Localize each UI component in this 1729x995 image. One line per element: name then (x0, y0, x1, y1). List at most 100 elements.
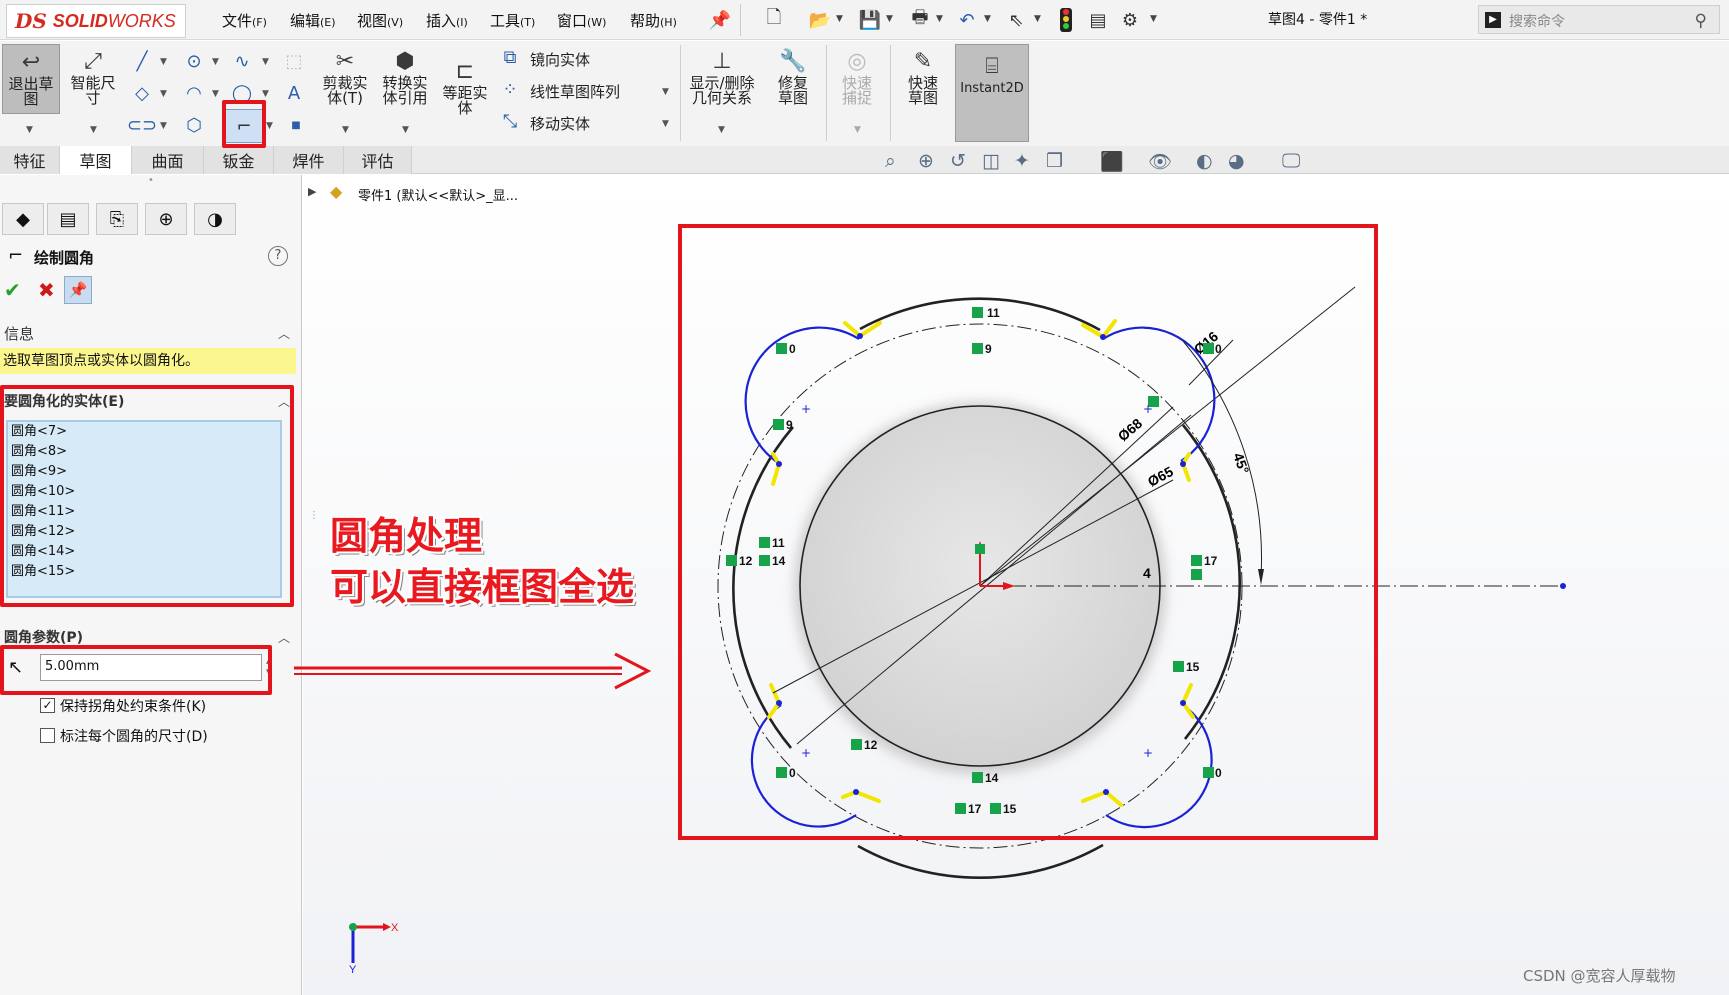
angle-dimension-arc[interactable] (1182, 340, 1262, 578)
convert-dropdown-icon[interactable]: ▼ (402, 125, 409, 135)
panel-resize-handle[interactable]: • (0, 175, 302, 189)
dynamic-annotation-icon[interactable]: ✦ (1014, 150, 1030, 172)
smart-dimension-dropdown-icon[interactable]: ▼ (90, 125, 97, 135)
exit-sketch-button[interactable]: ↩ 退出草图 (2, 44, 60, 114)
select-dropdown-icon[interactable]: ▼ (1034, 14, 1041, 24)
display-manager-icon[interactable]: ◑ (194, 203, 236, 235)
options-gear-icon[interactable]: ⚙ (1118, 8, 1142, 32)
menu-edit[interactable]: 编辑(E) (290, 10, 336, 32)
dimension-d65[interactable]: Ø65 (1145, 463, 1176, 490)
undo-dropdown-icon[interactable]: ▼ (984, 14, 991, 24)
exit-sketch-dropdown-icon[interactable]: ▼ (26, 125, 33, 135)
linear-pattern-button[interactable]: 线性草图阵列 (530, 81, 620, 102)
search-icon[interactable]: ⚲ (1695, 11, 1707, 31)
spline-dropdown-icon[interactable]: ▼ (262, 57, 269, 67)
search-commands[interactable]: ▶ 搜索命令 ⚲ (1478, 5, 1720, 34)
help-icon[interactable]: ? (268, 246, 288, 266)
property-manager-icon[interactable]: ▤ (47, 203, 89, 235)
previous-view-icon[interactable]: ↺ (950, 150, 966, 172)
rebuild-traffic-light-icon[interactable] (1060, 8, 1072, 32)
move-icon[interactable]: ⤡ (498, 109, 522, 133)
menu-insert[interactable]: 插入(I) (426, 10, 468, 32)
new-document-icon[interactable]: 🗋 (762, 7, 786, 32)
lobe-arc-top-left[interactable] (744, 326, 860, 465)
dimxpert-manager-icon[interactable]: ⊕ (145, 203, 187, 235)
info-header[interactable]: 信息 (4, 323, 34, 344)
outer-arc-bottom[interactable] (857, 843, 1104, 880)
convert-entities-button[interactable]: ⬢ 转换实体引用 (378, 46, 432, 106)
arc-dropdown-icon[interactable]: ▼ (212, 89, 219, 99)
text-icon[interactable]: A (282, 81, 306, 105)
save-icon[interactable]: 💾 (858, 8, 882, 32)
params-header[interactable]: 圆角参数(P) (4, 627, 83, 647)
keep-constraints-checkbox[interactable]: ✓ (40, 698, 55, 713)
lobe-arc-bottom-left[interactable] (750, 704, 857, 828)
polygon-icon[interactable]: ⬡ (182, 113, 206, 137)
search-input[interactable]: 搜索命令 (1509, 11, 1565, 31)
smart-dimension-button[interactable]: ⤢ 智能尺寸 (66, 46, 120, 106)
menu-file[interactable]: 文件(F) (222, 10, 267, 32)
solidworks-logo[interactable]: DS SOLIDWORKS (6, 4, 186, 38)
search-mode-icon[interactable]: ▶ (1485, 12, 1501, 28)
configuration-manager-icon[interactable]: ⎘ (96, 203, 138, 235)
point-icon[interactable]: ■ (284, 113, 308, 137)
pin-icon[interactable]: 📌 (708, 8, 732, 32)
view-settings-icon[interactable]: 🖵 (1282, 150, 1300, 172)
collapse-params-icon[interactable]: ︿ (278, 629, 290, 646)
zoom-to-fit-icon[interactable]: ⌕ (885, 150, 896, 172)
tab-evaluate[interactable]: 评估 (344, 146, 412, 174)
spline-icon[interactable]: ∿ (230, 49, 254, 73)
menu-help[interactable]: 帮助(H) (630, 10, 677, 32)
menu-view[interactable]: 视图(V) (357, 10, 403, 32)
rapid-sketch-button[interactable]: ✎ 快速草图 (896, 46, 950, 106)
arc-icon[interactable]: ◠ (182, 81, 206, 105)
ok-check-icon[interactable]: ✔ (4, 278, 21, 302)
circle-dropdown-icon[interactable]: ▼ (212, 57, 219, 67)
pushpin-icon[interactable]: 📌 (64, 276, 92, 304)
print-dropdown-icon[interactable]: ▼ (936, 14, 943, 24)
open-dropdown-icon[interactable]: ▼ (836, 14, 843, 24)
tab-sheet-metal[interactable]: 钣金 (204, 146, 274, 174)
view-orientation-icon[interactable]: ❒ (1046, 150, 1063, 172)
sketch-fillet-dropdown-icon[interactable]: ▼ (266, 121, 273, 131)
menu-window[interactable]: 窗口(W) (557, 10, 606, 32)
slot-icon[interactable]: ⊂⊃ (127, 113, 157, 137)
move-entities-button[interactable]: 移动实体 (530, 113, 590, 134)
dimension-four[interactable]: 4 (1143, 565, 1151, 581)
slot-dropdown-icon[interactable]: ▼ (160, 121, 167, 131)
offset-entities-button[interactable]: ⊏ 等距实体 (438, 56, 492, 116)
print-icon[interactable]: 🖶 (908, 7, 932, 32)
undo-icon[interactable]: ↶ (955, 8, 979, 32)
repair-sketch-button[interactable]: 🔧 修复草图 (766, 46, 820, 106)
dimension-angle[interactable]: 45° (1230, 451, 1252, 476)
file-properties-icon[interactable]: ▤ (1086, 8, 1110, 32)
apply-scene-icon[interactable]: ◕ (1228, 150, 1245, 172)
open-icon[interactable]: 📂 (808, 8, 832, 32)
save-dropdown-icon[interactable]: ▼ (886, 14, 893, 24)
section-view-icon[interactable]: ◫ (982, 150, 1000, 172)
tab-weldments[interactable]: 焊件 (274, 146, 344, 174)
dimension-each-checkbox[interactable] (40, 728, 55, 743)
centerline-endpoint[interactable] (1560, 583, 1566, 589)
quick-snaps-dropdown-icon[interactable]: ▼ (854, 125, 861, 135)
edit-appearance-icon[interactable]: ◐ (1196, 150, 1213, 172)
relations-dropdown-icon[interactable]: ▼ (718, 125, 725, 135)
zoom-to-area-icon[interactable]: ⊕ (918, 150, 934, 172)
instant2d-button[interactable]: ⌸ Instant2D (955, 44, 1029, 142)
linear-pattern-icon[interactable]: ⁘ (498, 77, 522, 101)
line-icon[interactable]: ╱ (130, 49, 154, 73)
outer-arc-right[interactable] (1181, 424, 1242, 740)
options-dropdown-icon[interactable]: ▼ (1150, 14, 1157, 24)
polygon-dropdown-icon[interactable]: ▼ (160, 89, 167, 99)
tab-sketch[interactable]: 草图 (60, 146, 132, 174)
dimension-d68[interactable]: Ø68 (1115, 415, 1146, 444)
tab-features[interactable]: 特征 (0, 146, 60, 174)
feature-manager-icon[interactable]: ◆ (2, 203, 44, 235)
collapse-info-icon[interactable]: ︿ (278, 325, 290, 342)
trim-dropdown-icon[interactable]: ▼ (342, 125, 349, 135)
move-dropdown-icon[interactable]: ▼ (662, 119, 669, 129)
display-style-icon[interactable]: ⬛ (1100, 150, 1124, 173)
select-cursor-icon[interactable]: ⇖ (1004, 8, 1028, 32)
display-delete-relations-button[interactable]: ⊥ 显示/删除几何关系 (684, 46, 760, 106)
line-dropdown-icon[interactable]: ▼ (160, 57, 167, 67)
